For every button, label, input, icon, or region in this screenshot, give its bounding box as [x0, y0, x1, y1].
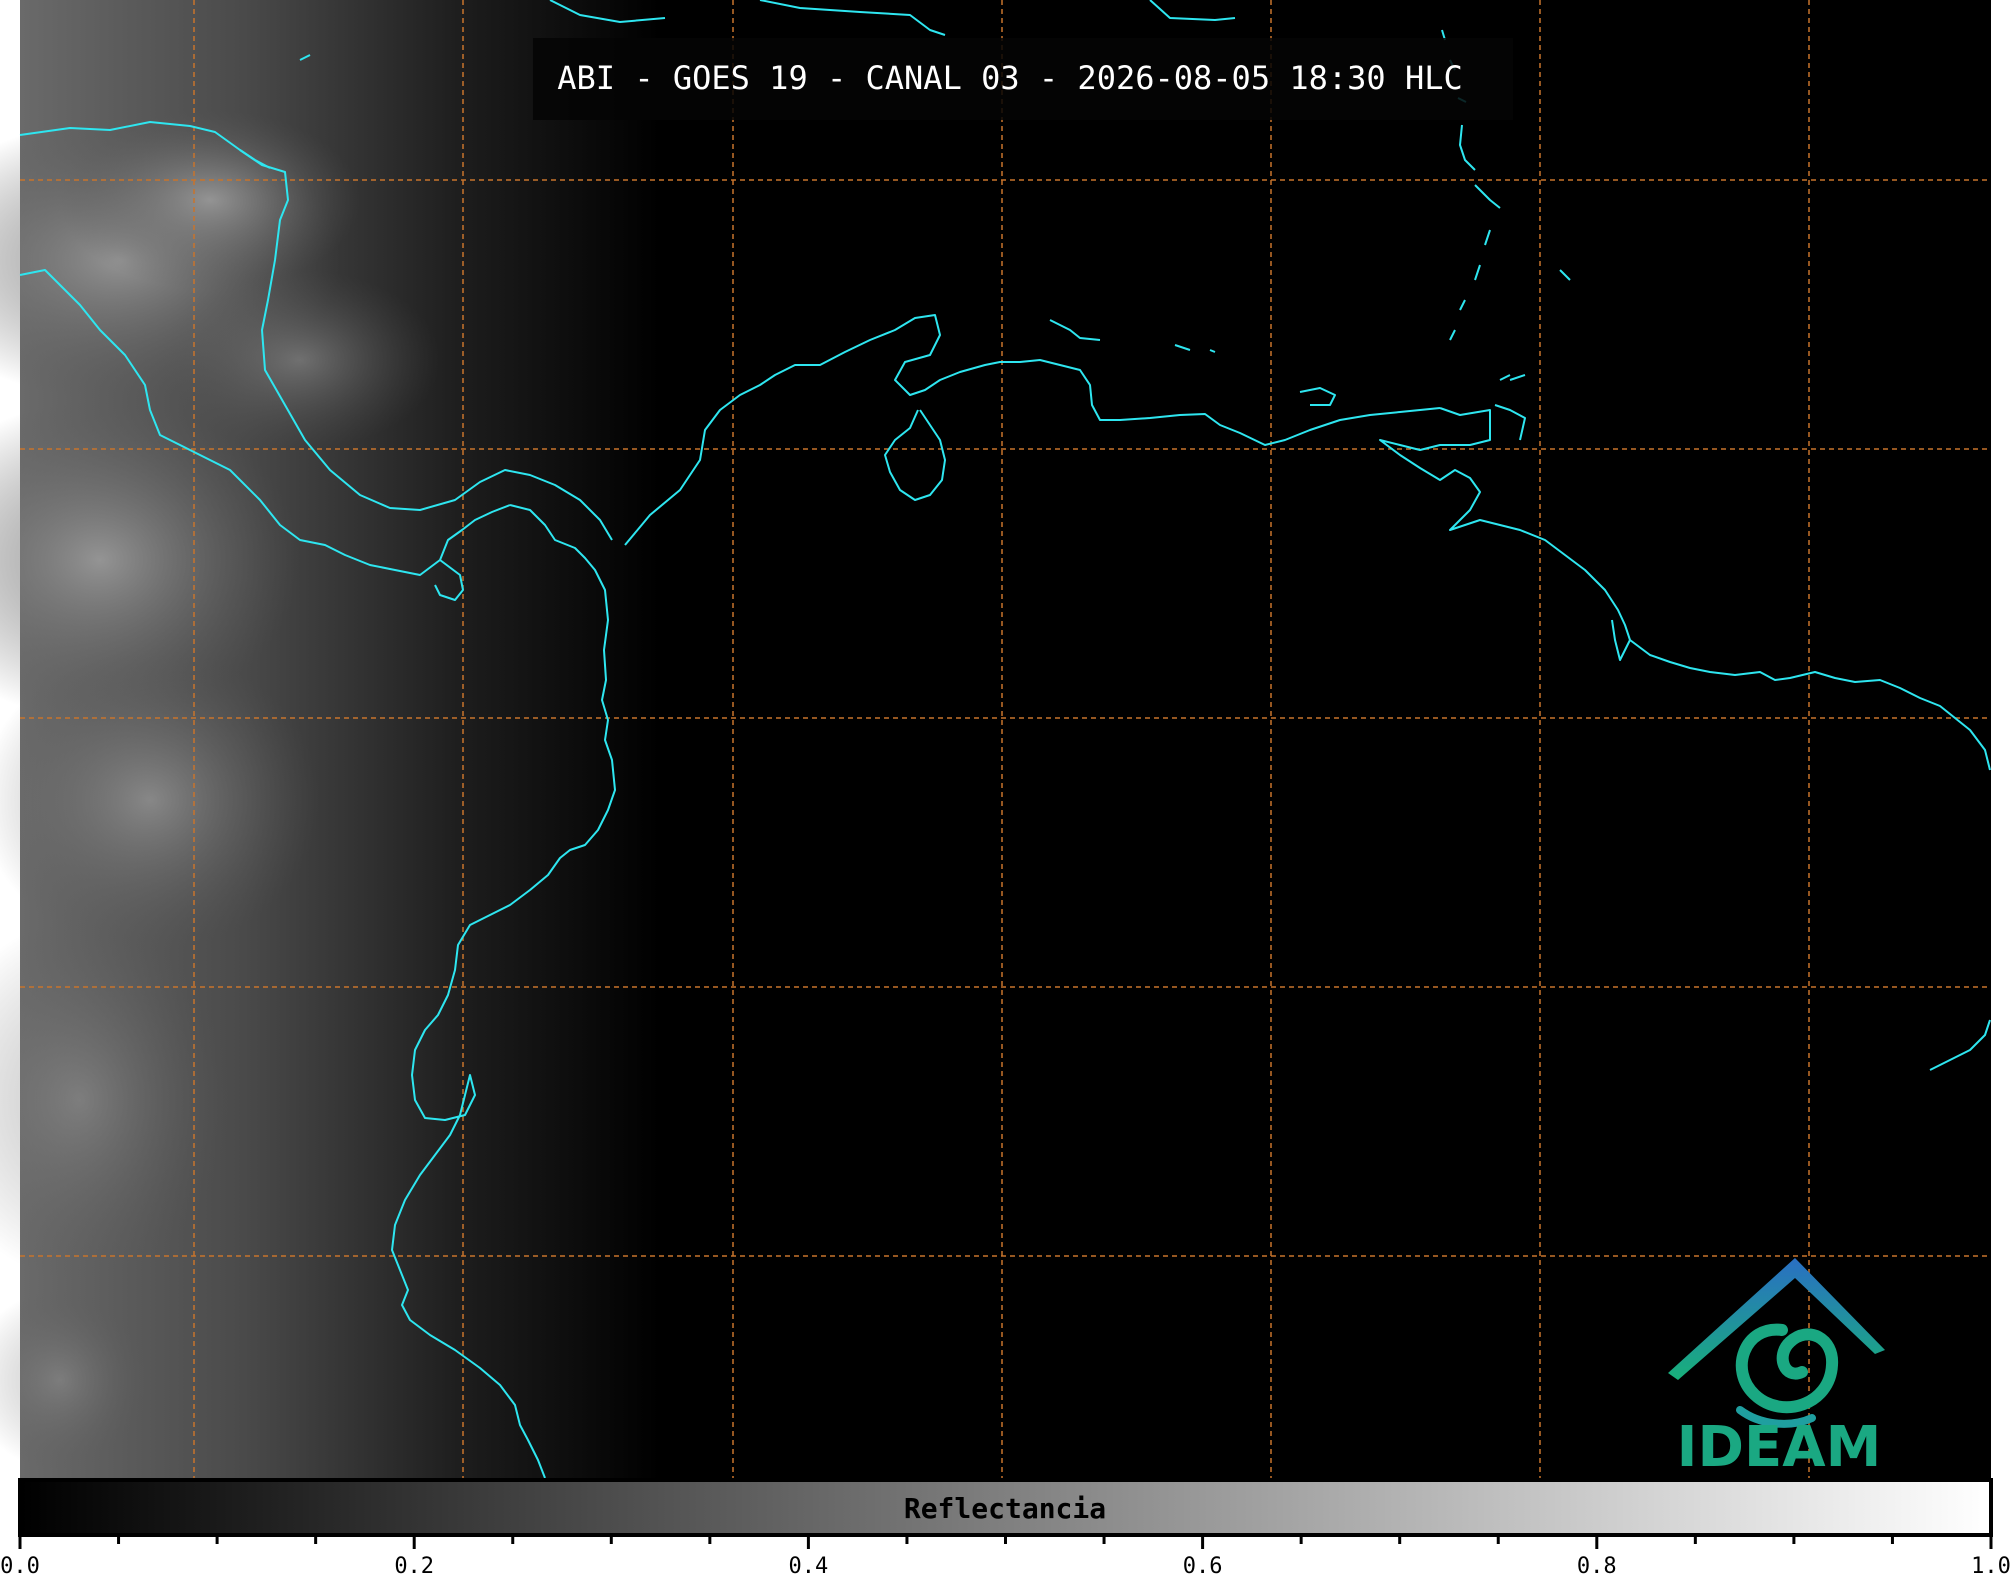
colorbar: Reflectancia 0.0 0.2 0.4 0.6 0.8 1.0: [0, 1478, 2011, 1579]
ideam-logo-text: IDEAM: [1677, 1415, 1882, 1480]
colorbar-tick-label: 0.8: [1577, 1554, 1617, 1577]
satellite-map-svg: ABI - GOES 19 - CANAL 03 - 2026-08-05 18…: [0, 0, 2011, 1579]
colorbar-label: Reflectancia: [904, 1492, 1106, 1525]
colorbar-tick-label: 0.4: [789, 1554, 829, 1577]
satellite-map-figure: ABI - GOES 19 - CANAL 03 - 2026-08-05 18…: [0, 0, 2011, 1579]
colorbar-tick-label: 0.0: [0, 1554, 40, 1577]
map-title-box: ABI - GOES 19 - CANAL 03 - 2026-08-05 18…: [533, 38, 1513, 120]
map-title: ABI - GOES 19 - CANAL 03 - 2026-08-05 18…: [557, 59, 1462, 97]
colorbar-tick-label: 0.6: [1183, 1554, 1223, 1577]
colorbar-tick-label: 0.2: [394, 1554, 434, 1577]
colorbar-tick-label: 1.0: [1971, 1554, 2011, 1577]
colorbar-ticks: 0.0 0.2 0.4 0.6 0.8 1.0: [0, 1535, 2011, 1579]
